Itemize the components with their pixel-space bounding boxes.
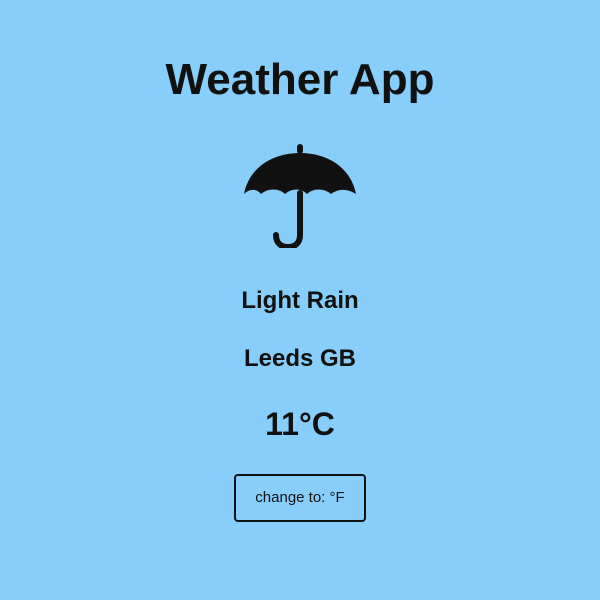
weather-app: Weather App Light Rain Leeds GB 11°C cha… (0, 0, 600, 600)
app-title: Weather App (165, 55, 435, 104)
weather-description: Light Rain (241, 287, 359, 314)
umbrella-icon (244, 144, 356, 248)
toggle-unit-button[interactable]: change to: °F (234, 474, 366, 522)
location-name: Leeds GB (243, 345, 357, 372)
temperature-value: 11°C (265, 406, 335, 442)
